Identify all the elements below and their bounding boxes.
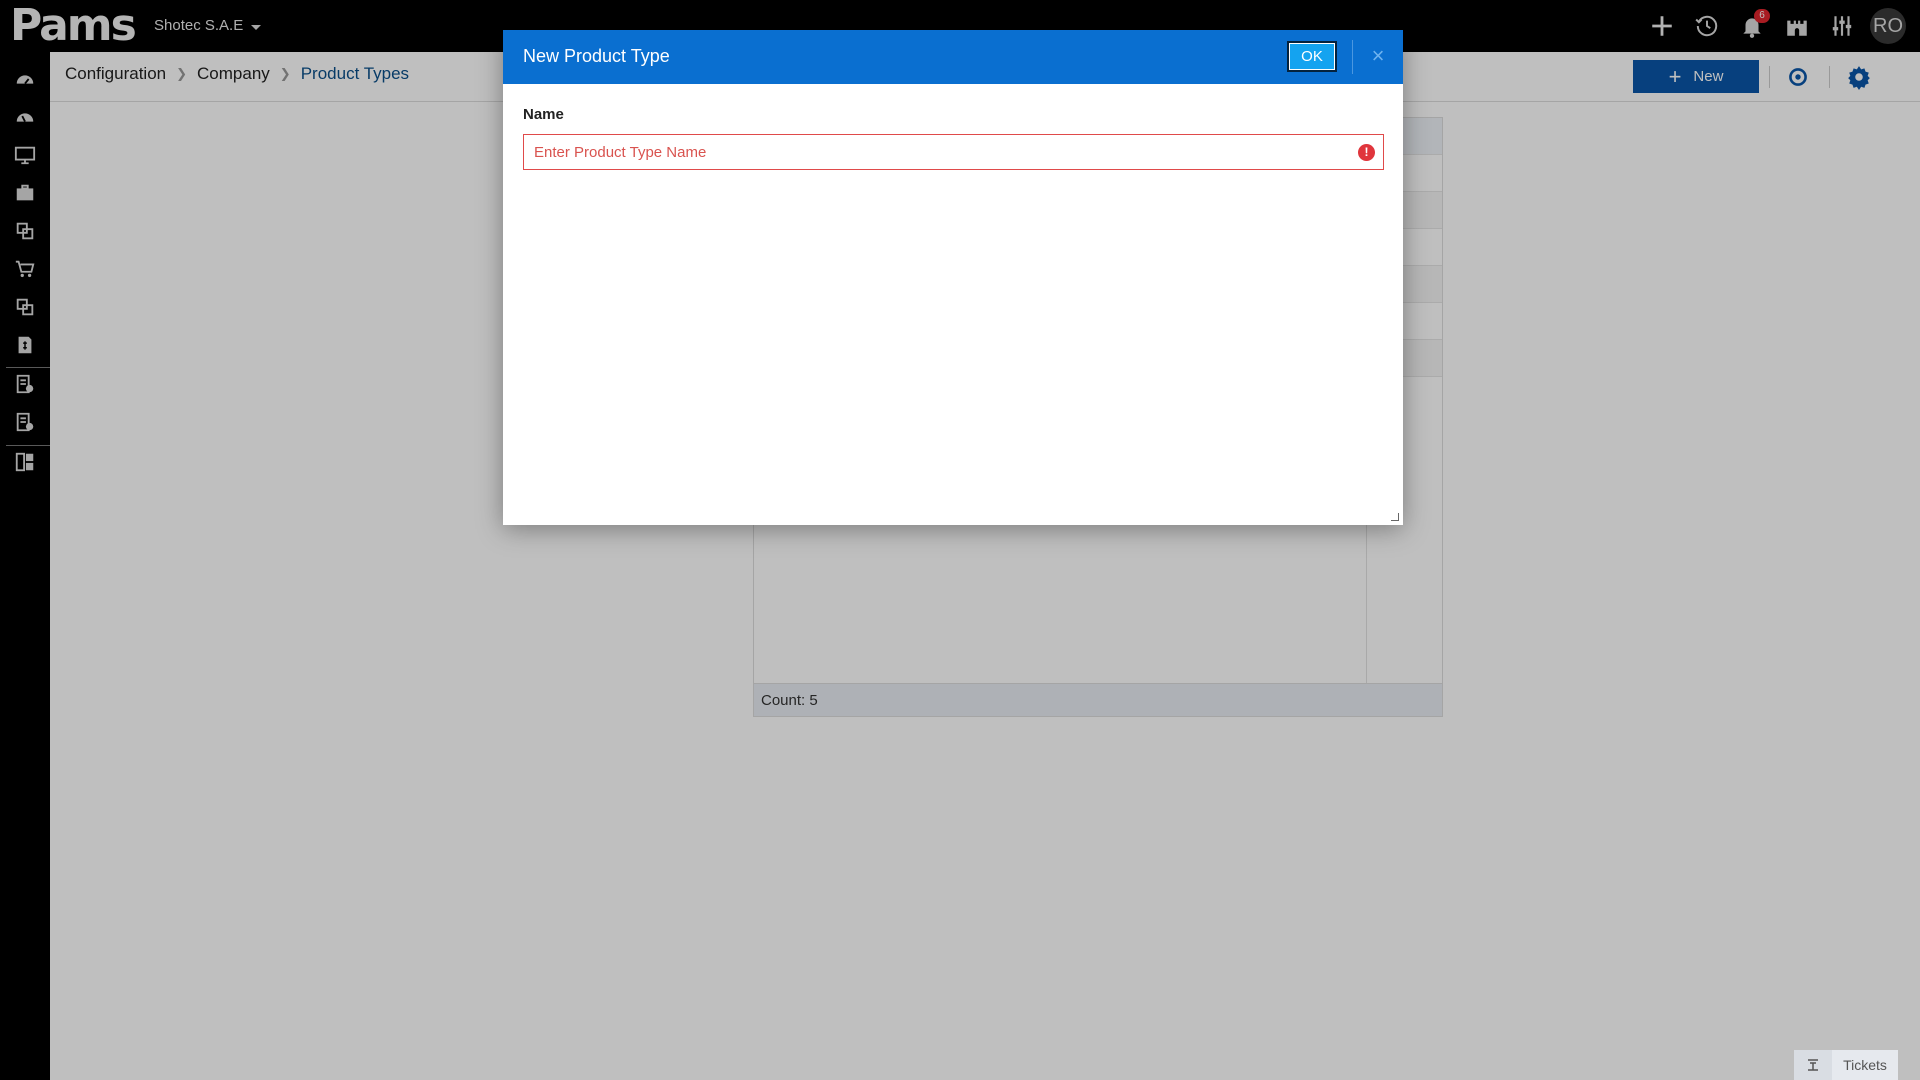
header-divider [1352,40,1353,74]
resize-handle-icon[interactable] [1391,513,1399,521]
product-type-name-input[interactable] [524,135,1383,169]
error-icon: ! [1358,144,1375,161]
close-icon[interactable]: × [1365,43,1391,69]
name-field-label: Name [523,106,564,123]
dialog-title: New Product Type [523,46,670,66]
new-product-type-dialog: New Product Type OK × Name ! [503,30,1403,525]
dialog-header: New Product Type OK × [503,30,1403,84]
ok-button[interactable]: OK [1287,41,1337,72]
name-field-wrapper: ! [523,134,1384,170]
tickets-collapse-icon[interactable] [1794,1050,1832,1080]
tickets-label[interactable]: Tickets [1832,1050,1898,1080]
tickets-widget[interactable]: Tickets [1794,1050,1898,1080]
